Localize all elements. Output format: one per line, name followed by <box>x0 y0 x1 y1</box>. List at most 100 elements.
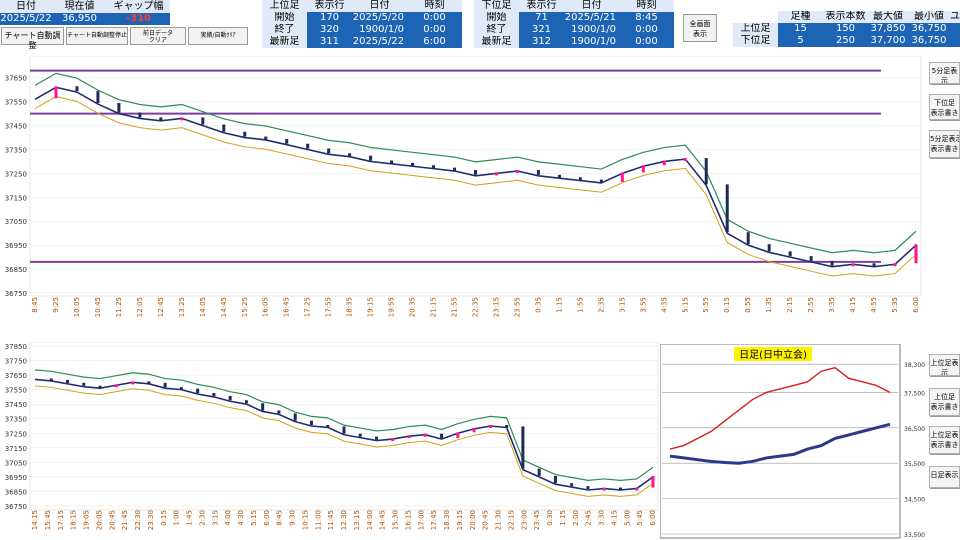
summary-upper-extra <box>950 23 960 35</box>
candle <box>293 413 297 421</box>
x-tick-label: 5:35 <box>891 297 899 313</box>
x-tick-label: 0:55 <box>744 297 752 313</box>
candle <box>180 117 184 121</box>
candle <box>201 117 205 125</box>
side-5min-draw-label: 5分足表示 表示書き <box>930 135 960 153</box>
side-daily-button[interactable]: 日足表示 <box>929 466 960 488</box>
chart-auto-adjust-button[interactable]: チャート自動調整 <box>1 27 64 50</box>
chart-auto-stop-button[interactable]: チャート自動調整停止 <box>66 27 128 45</box>
candle <box>196 388 200 393</box>
summary-extra-col: ユ <box>950 11 960 23</box>
candle <box>327 148 331 154</box>
x-tick-label: 5:15 <box>681 297 689 313</box>
candle <box>49 378 53 382</box>
y-tick-label: 37350 <box>5 416 27 424</box>
candle <box>618 487 622 491</box>
side-upper-draw-button[interactable]: 上位足 表示書き <box>929 388 960 416</box>
candle <box>453 167 457 171</box>
candle <box>553 475 557 484</box>
x-tick-label: 17:45 <box>430 510 438 530</box>
lower-chart: 37850 37750 37650 37550 37450 37350 37250 37150… <box>5 342 659 530</box>
candle <box>599 179 603 183</box>
candle <box>117 103 121 113</box>
summary-lower-foot: 5 <box>778 35 823 47</box>
x-tick-label: 4:00 <box>224 510 232 526</box>
x-tick-label: 2:35 <box>597 297 605 313</box>
x-tick-label: 23:30 <box>147 510 155 530</box>
side-upper-display-button[interactable]: 上位足表示 <box>929 354 960 376</box>
fullscreen-button[interactable]: 全画面 表示 <box>683 14 717 42</box>
candle <box>809 256 813 261</box>
x-tick-label: 9:30 <box>289 510 297 526</box>
side-lower-draw-label: 下位足 表示書き <box>930 99 959 117</box>
x-tick-label: 2:15 <box>786 297 794 313</box>
candle <box>411 162 415 166</box>
daily-y-tick-label: 34,500 <box>904 497 925 504</box>
candle <box>830 260 834 266</box>
side-5min-label: 5分足表示 <box>931 67 958 84</box>
x-tick-label: 10:45 <box>94 297 102 317</box>
daily-chart: 38,300 37,500 36,500 35,500 34,500 33,500 日足(… <box>660 344 925 539</box>
upper-end-label: 終了 <box>262 24 307 36</box>
side-upper-draw-label: 上位足 表示書き <box>930 393 959 411</box>
candle <box>114 384 118 388</box>
side-upper-draw2-button[interactable]: 上位足表 表示書き <box>929 426 960 454</box>
candle <box>788 251 792 257</box>
x-tick-label: 15:25 <box>241 297 249 317</box>
candle <box>474 170 477 175</box>
x-tick-label: 21:15 <box>430 297 438 317</box>
realtime-clear-button[interactable]: 実績/自動ｸﾘｱ <box>188 27 248 45</box>
lower-start-rows: 71 <box>519 12 564 24</box>
side-5min-button[interactable]: 5分足表示 <box>929 62 960 84</box>
summary-lower-extra <box>950 35 960 47</box>
summary-upper-min: 36,750 <box>908 23 950 35</box>
candle <box>456 432 460 439</box>
daily-title: 日足(日中立会) <box>739 348 807 361</box>
gap-value: -310 <box>107 13 170 25</box>
candle <box>309 420 313 425</box>
candle <box>872 263 876 267</box>
side-daily-label: 日足表示 <box>930 471 959 479</box>
y-tick-label: 37250 <box>5 170 27 178</box>
side-lower-draw-button[interactable]: 下位足 表示書き <box>929 94 960 120</box>
candle <box>662 160 666 166</box>
x-tick-label: 19:05 <box>83 510 91 530</box>
candle <box>222 124 226 132</box>
side-5min-draw-button[interactable]: 5分足表示 表示書き <box>929 130 960 158</box>
candle <box>261 403 265 411</box>
candle <box>488 425 492 428</box>
x-tick-label: 18:35 <box>346 297 354 317</box>
header-bar: 日付 現在値 ギャップ幅 2025/5/22 36,950 -310 チャート自… <box>0 0 960 50</box>
x-tick-label: 18:15 <box>70 510 78 530</box>
summary-rows-col: 表示本数 <box>823 11 868 23</box>
x-tick-label: 17:25 <box>304 297 312 317</box>
candle <box>407 435 411 439</box>
candle <box>536 170 540 175</box>
x-tick-label: 14:15 <box>31 510 39 530</box>
summary-foot-col: 足種 <box>778 11 823 23</box>
candle <box>212 393 216 396</box>
prev-day-clear-button[interactable]: 前日データ クリア <box>130 27 186 45</box>
x-tick-label: 2:45 <box>585 510 593 526</box>
x-tick-label: 4:35 <box>660 297 668 313</box>
lower-start-date: 2025/5/21 <box>564 12 619 24</box>
candle <box>914 244 918 264</box>
x-tick-label: 10:15 <box>301 510 309 530</box>
x-tick-label: 2:00 <box>572 510 580 526</box>
daily-y-tick-label: 37,500 <box>904 390 925 397</box>
daily-y-tick-label: 35,500 <box>904 461 925 468</box>
upper-latest-time: 6:00 <box>407 36 462 48</box>
x-tick-label: 11:25 <box>115 297 123 317</box>
candle <box>521 426 525 469</box>
summary-lower-name: 下位足 <box>733 35 778 47</box>
x-tick-label: 5:00 <box>623 510 631 526</box>
x-tick-label: 17:55 <box>325 297 333 317</box>
lower-latest-rows: 312 <box>519 36 564 48</box>
y-tick-label: 37450 <box>5 401 27 409</box>
lower-end-rows: 321 <box>519 24 564 36</box>
lower-time-label: 時刻 <box>619 0 674 12</box>
candle <box>277 410 281 414</box>
upper-latest-rows: 311 <box>307 36 352 48</box>
x-tick-label: 19:15 <box>367 297 375 317</box>
x-tick-label: 1:15 <box>559 510 567 526</box>
